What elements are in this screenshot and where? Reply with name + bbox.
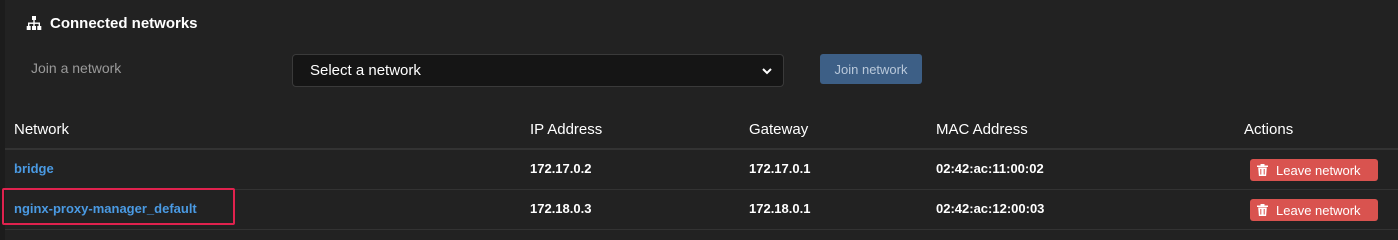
ip-address-cell: 172.18.0.3: [530, 201, 592, 216]
trash-icon: [1257, 164, 1268, 176]
table-row: bridge 172.17.0.2 172.17.0.1 02:42:ac:11…: [5, 150, 1398, 190]
join-network-button[interactable]: Join network: [820, 54, 922, 84]
chevron-down-icon: [762, 67, 772, 74]
table-header: Network IP Address Gateway MAC Address A…: [5, 110, 1398, 150]
gateway-cell: 172.18.0.1: [749, 201, 811, 216]
join-network-label: Join a network: [31, 60, 122, 76]
column-header-network: Network: [14, 121, 70, 138]
mac-address-cell: 02:42:ac:12:00:03: [936, 201, 1045, 216]
sitemap-icon: [26, 16, 42, 30]
gateway-cell: 172.17.0.1: [749, 161, 811, 176]
network-select-value: Select a network: [310, 62, 421, 79]
leave-network-button[interactable]: Leave network: [1250, 199, 1378, 221]
network-select[interactable]: Select a network: [292, 54, 784, 87]
network-link[interactable]: bridge: [14, 161, 54, 176]
trash-icon: [1257, 204, 1268, 216]
mac-address-cell: 02:42:ac:11:00:02: [936, 161, 1044, 176]
highlight-box: [2, 188, 235, 225]
column-header-gateway: Gateway: [749, 121, 809, 138]
panel-title: Connected networks: [50, 14, 198, 32]
ip-address-cell: 172.17.0.2: [530, 161, 592, 176]
leave-network-label: Leave network: [1276, 202, 1361, 218]
column-header-actions: Actions: [1244, 121, 1294, 138]
column-header-mac: MAC Address: [936, 121, 1028, 138]
leave-network-label: Leave network: [1276, 162, 1361, 178]
column-header-ip: IP Address: [530, 121, 603, 138]
panel-header: Connected networks: [26, 12, 198, 34]
leave-network-button[interactable]: Leave network: [1250, 159, 1378, 181]
